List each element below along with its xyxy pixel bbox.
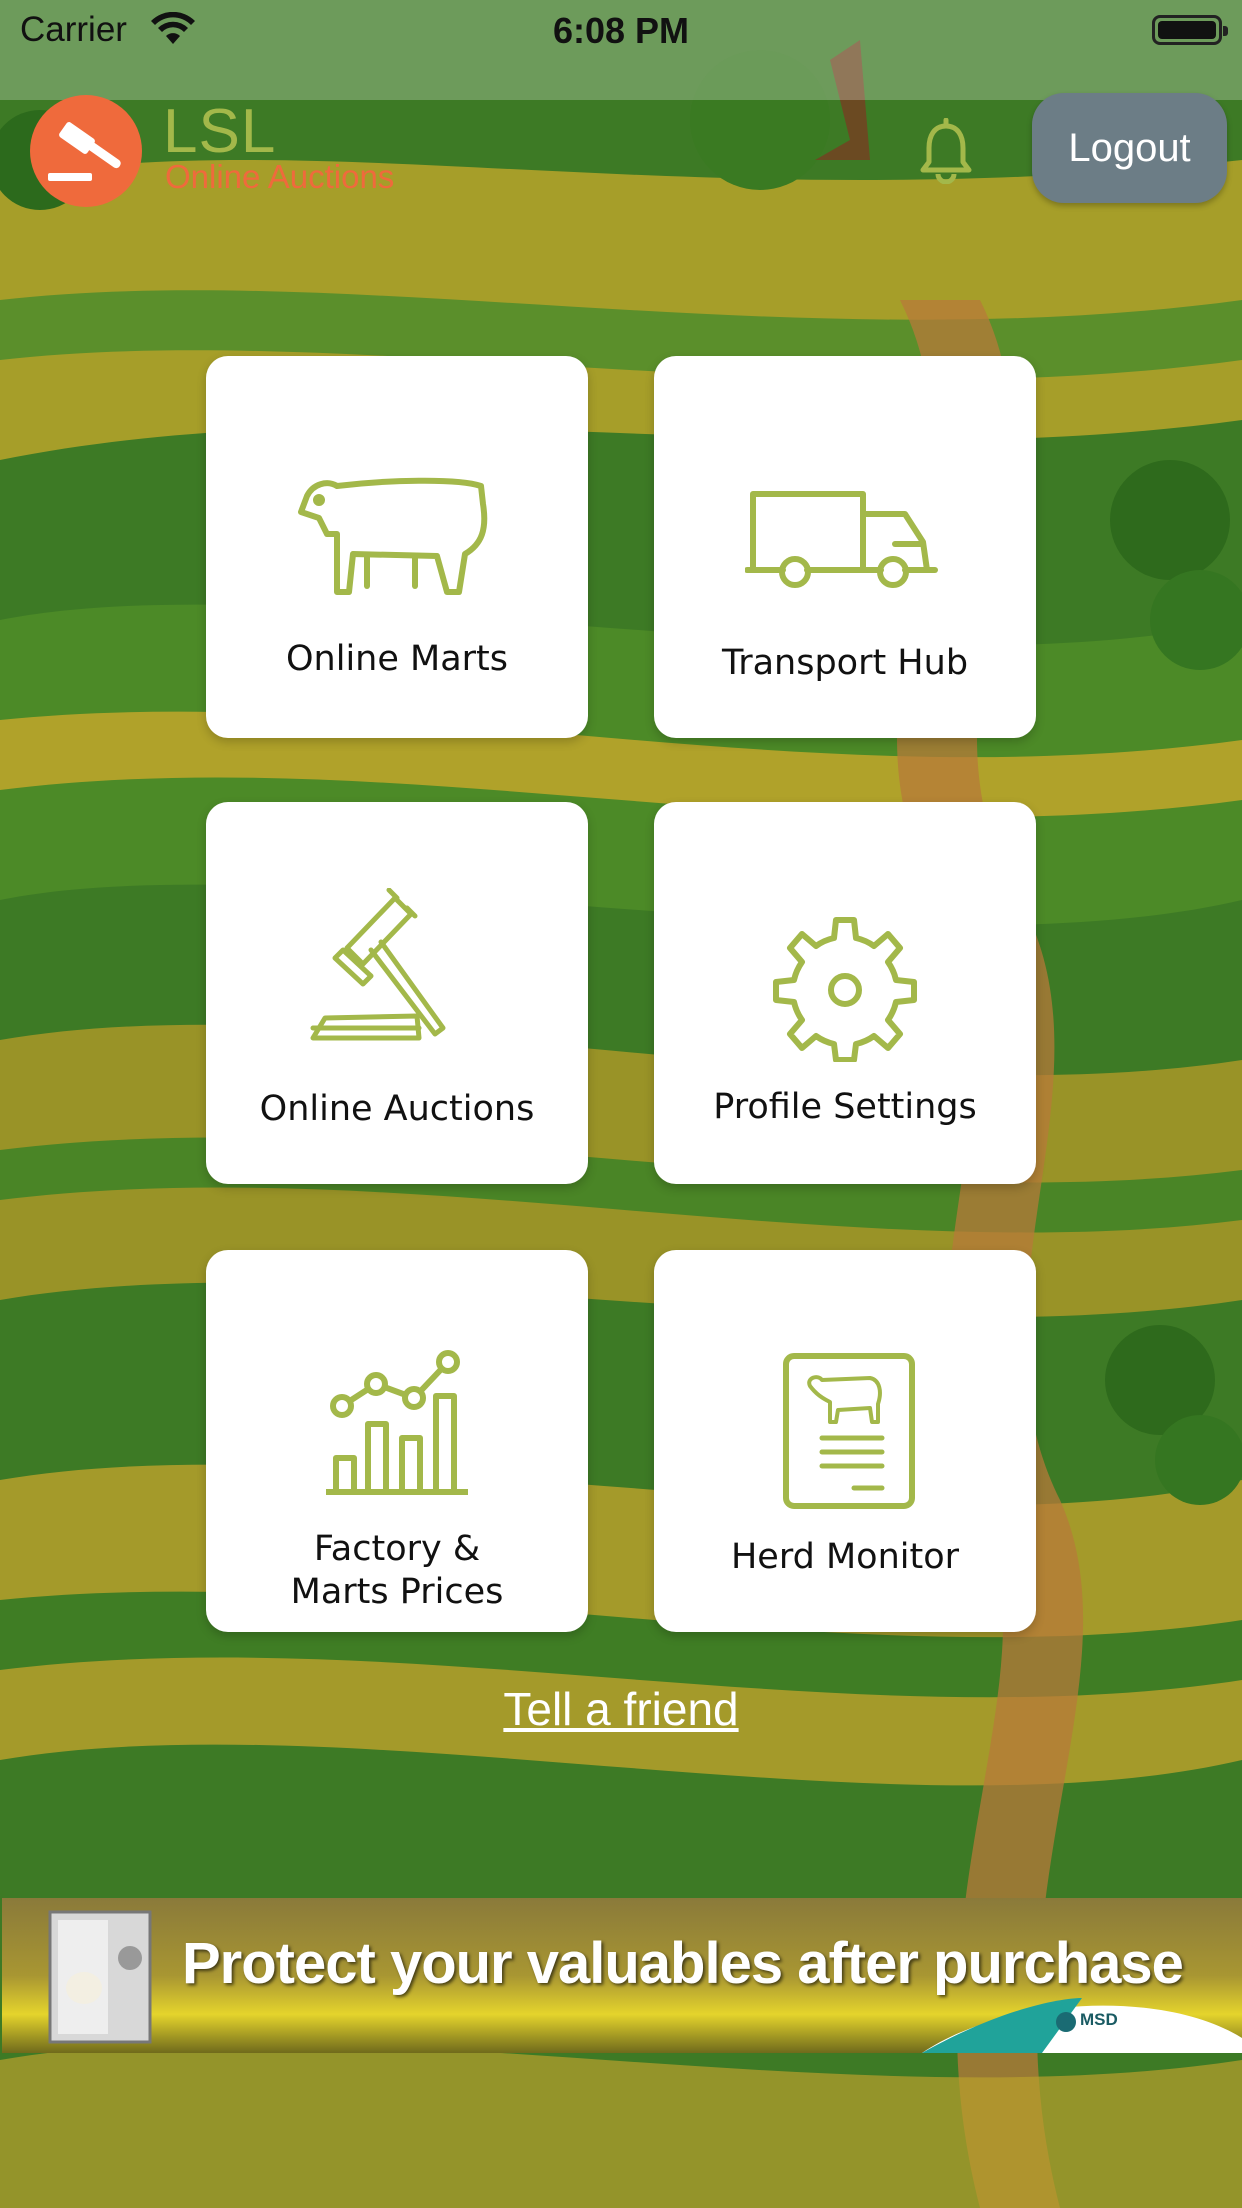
chart-icon: [326, 1350, 468, 1495]
tile-label: Online Marts: [285, 639, 508, 679]
tile-label-line1: Factory &: [313, 1529, 481, 1569]
tile-label-line2: Marts Prices: [290, 1572, 504, 1612]
tile-online-marts[interactable]: Online Marts: [206, 356, 588, 738]
gavel-icon: [310, 888, 446, 1041]
tile-transport-hub[interactable]: Transport Hub: [654, 356, 1036, 738]
ad-brand-logo: MSD: [1080, 2010, 1118, 2029]
tile-factory-marts-prices[interactable]: Factory & Marts Prices: [206, 1250, 588, 1632]
sheep-icon: [298, 477, 488, 595]
tell-a-friend-link[interactable]: Tell a friend: [0, 1682, 1242, 1736]
gavel-logo-icon: [48, 122, 121, 181]
battery-icon: [1152, 15, 1228, 45]
tile-herd-monitor[interactable]: Herd Monitor: [654, 1250, 1036, 1632]
background-landscape: [0, 0, 1242, 2208]
brand-subtitle: Online Auctions: [165, 158, 395, 195]
tile-online-auctions[interactable]: Online Auctions: [206, 802, 588, 1184]
tile-label: Transport Hub: [721, 643, 969, 683]
ad-banner[interactable]: Protect your valuables after purchase MS…: [2, 1898, 1242, 2053]
tile-label: Herd Monitor: [730, 1537, 959, 1577]
status-time: 6:08 PM: [552, 10, 690, 51]
ad-headline: Protect your valuables after purchase: [182, 1931, 1184, 1996]
truck-icon: [745, 491, 938, 588]
tile-profile-settings[interactable]: Profile Settings: [654, 802, 1036, 1184]
gear-icon: [773, 917, 917, 1062]
tile-label: Profile Settings: [713, 1087, 977, 1127]
herd-document-icon: [783, 1353, 915, 1509]
status-bar: Carrier 6:08 PM: [0, 0, 1242, 60]
tile-label: Online Auctions: [259, 1089, 535, 1129]
logout-button[interactable]: Logout: [1032, 93, 1227, 203]
app-logo: [30, 95, 142, 207]
brand-title: LSL: [163, 97, 277, 166]
tile-label: Factory & Marts Prices: [206, 1528, 588, 1614]
notification-bell-icon[interactable]: [918, 118, 974, 184]
